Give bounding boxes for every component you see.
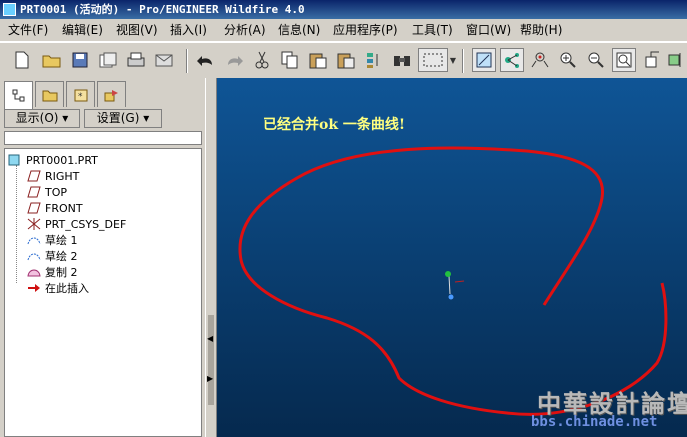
show-dropdown-button[interactable]: 显示(O) ▾: [4, 109, 80, 128]
navigator-panel: * 显示(O) ▾ 设置(G) ▾ PRT0001.PRT RIGHT TOP …: [0, 78, 205, 437]
model-tree-icon: [12, 89, 24, 101]
tree-item-copy-2[interactable]: 复制 2: [27, 265, 78, 281]
menu-file[interactable]: 文件(F): [8, 22, 48, 38]
folder-browser-tab[interactable]: [35, 81, 64, 107]
tree-connector: [16, 165, 17, 283]
print-icon[interactable]: [124, 48, 148, 72]
coordinate-system-icon: [27, 218, 41, 230]
tree-root-label: PRT0001.PRT: [26, 154, 98, 167]
send-mail-icon[interactable]: [152, 48, 176, 72]
menu-analysis[interactable]: 分析(A): [224, 22, 266, 38]
save-icon[interactable]: [68, 48, 92, 72]
tree-filter-field[interactable]: [4, 131, 202, 145]
connections-tab[interactable]: [97, 81, 126, 107]
menu-window[interactable]: 窗口(W): [466, 22, 511, 38]
zoom-out-icon[interactable]: [584, 48, 608, 72]
tree-item-label: 复制 2: [45, 266, 78, 279]
tree-item-label: PRT_CSYS_DEF: [45, 218, 127, 231]
menu-insert[interactable]: 插入(I): [170, 22, 207, 38]
paste-special-icon[interactable]: [334, 48, 358, 72]
menu-view[interactable]: 视图(V): [116, 22, 158, 38]
panel-splitter[interactable]: ◀ ▶: [205, 78, 217, 437]
repaint-icon[interactable]: [472, 48, 496, 72]
insert-here-arrow-icon: [27, 282, 41, 294]
collapse-left-icon[interactable]: ◀: [207, 334, 213, 343]
tree-item-right[interactable]: RIGHT: [27, 169, 79, 185]
app-icon: [3, 3, 16, 16]
paste-icon[interactable]: [306, 48, 330, 72]
model-tree-tab[interactable]: [4, 81, 33, 109]
menu-help[interactable]: 帮助(H): [520, 22, 562, 38]
menu-edit[interactable]: 编辑(E): [62, 22, 103, 38]
tree-root-item[interactable]: PRT0001.PRT: [8, 153, 98, 169]
splitter-scroll-thumb[interactable]: [208, 315, 214, 405]
connections-icon: [104, 89, 118, 101]
window-title: PRT0001 (活动的) - Pro/ENGINEER Wildfire 4.…: [20, 3, 305, 16]
toolbar-separator: [186, 49, 188, 73]
csys-display-icon[interactable]: [528, 48, 552, 72]
tree-item-label: 在此插入: [45, 282, 89, 295]
redo-icon[interactable]: [222, 48, 246, 72]
datum-plane-icon: [27, 186, 41, 198]
tree-item-csys[interactable]: PRT_CSYS_DEF: [27, 217, 126, 233]
menu-info[interactable]: 信息(N): [278, 22, 320, 38]
favorites-icon: *: [74, 89, 87, 102]
tree-item-insert-here[interactable]: 在此插入: [27, 281, 89, 297]
tree-item-label: RIGHT: [45, 170, 80, 183]
title-bar: PRT0001 (活动的) - Pro/ENGINEER Wildfire 4.…: [0, 0, 687, 19]
undo-icon[interactable]: [194, 48, 218, 72]
model-tree: PRT0001.PRT RIGHT TOP FRONT PRT_CSYS_DEF…: [4, 148, 202, 437]
zoom-in-icon[interactable]: [556, 48, 580, 72]
settings-dropdown-button[interactable]: 设置(G) ▾: [84, 109, 162, 128]
reorient-icon[interactable]: [640, 48, 664, 72]
part-icon: [8, 154, 22, 166]
tree-item-label: TOP: [45, 186, 68, 199]
csys-z-axis-dot: [448, 294, 454, 300]
refit-icon[interactable]: [612, 48, 636, 72]
tree-item-label: 草绘 1: [45, 234, 78, 247]
watermark: 中華設計論壇 bbs.chinade.net: [517, 382, 687, 437]
main-toolbar: ▼: [0, 42, 687, 80]
menu-tools[interactable]: 工具(T): [412, 22, 453, 38]
tree-item-top[interactable]: TOP: [27, 185, 67, 201]
default-csys-glyph: [445, 271, 465, 300]
copy-feature-icon: [27, 266, 41, 278]
sketch-icon: [27, 250, 41, 262]
select-box-icon[interactable]: [418, 48, 448, 72]
favorites-tab[interactable]: *: [66, 81, 95, 107]
open-folder-icon[interactable]: [40, 48, 64, 72]
menu-applications[interactable]: 应用程序(P): [333, 22, 398, 38]
folder-browser-icon: [42, 90, 57, 101]
spin-center-icon[interactable]: [500, 48, 524, 72]
sketch-icon: [27, 234, 41, 246]
copy-icon[interactable]: [278, 48, 302, 72]
menu-bar: 文件(F) 编辑(E) 视图(V) 插入(I) 分析(A) 信息(N) 应用程序…: [0, 19, 687, 42]
datum-plane-icon: [27, 170, 41, 182]
save-copy-icon[interactable]: [96, 48, 120, 72]
collapse-right-icon[interactable]: ▶: [207, 374, 213, 383]
tree-item-front[interactable]: FRONT: [27, 201, 83, 217]
csys-y-axis-dot: [445, 271, 451, 277]
tree-item-sketch-1[interactable]: 草绘 1: [27, 233, 78, 249]
view-list-icon[interactable]: [664, 48, 687, 72]
new-file-icon[interactable]: [10, 48, 34, 72]
watermark-url: bbs.chinade.net: [531, 414, 658, 430]
svg-text:*: *: [78, 92, 83, 102]
tree-item-label: 草绘 2: [45, 250, 78, 263]
datum-plane-icon: [27, 202, 41, 214]
select-dropdown-icon[interactable]: ▼: [448, 48, 458, 72]
regenerate-icon[interactable]: [362, 48, 386, 72]
toolbar-separator: [462, 49, 464, 73]
merged-curve: [238, 146, 668, 416]
find-icon[interactable]: [390, 48, 414, 72]
tree-item-sketch-2[interactable]: 草绘 2: [27, 249, 78, 265]
cut-icon[interactable]: [250, 48, 274, 72]
graphics-viewport[interactable]: 已经合并ok 一条曲线! 中華設計論壇 bbs.chinade.net: [217, 78, 687, 437]
tree-item-label: FRONT: [45, 202, 83, 215]
